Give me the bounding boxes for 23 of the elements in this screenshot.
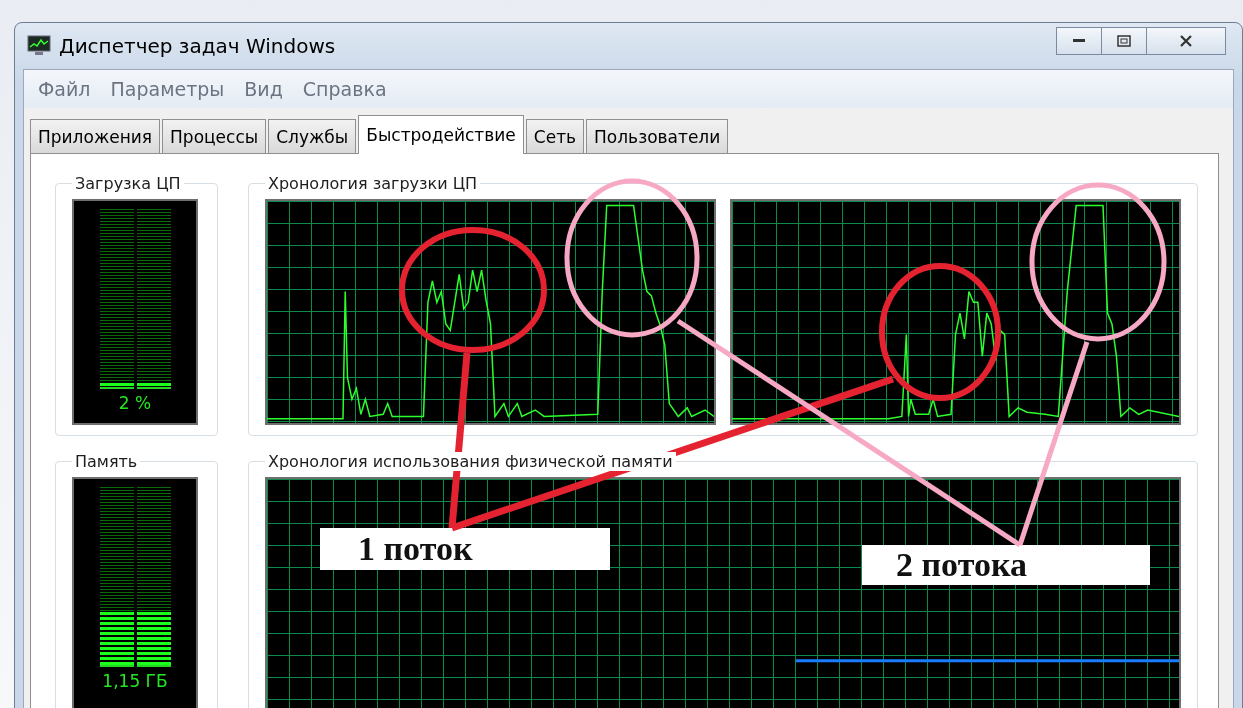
window-title: Диспетчер задач Windows [59, 34, 337, 58]
meter-reading: 1,15 ГБ [102, 671, 168, 691]
minimize-icon [1073, 39, 1085, 43]
maximize-button[interactable] [1101, 27, 1147, 55]
maximize-icon [1117, 35, 1131, 47]
tab[interactable]: Сеть [525, 119, 585, 154]
tab[interactable]: Приложения [30, 119, 161, 154]
group-title: Хронология использования физической памяти [265, 452, 676, 471]
tab[interactable]: Пользователи [586, 119, 729, 154]
minimize-button[interactable] [1056, 27, 1102, 55]
callout-label: 2 потока [862, 545, 1150, 585]
close-icon [1179, 34, 1193, 48]
menu-item[interactable]: Справка [294, 76, 395, 102]
menu-item[interactable]: Вид [236, 76, 291, 102]
tab[interactable]: Процессы [162, 119, 267, 154]
tab[interactable]: Службы [268, 119, 357, 154]
menu-item[interactable]: Параметры [102, 76, 233, 102]
monitor-icon [27, 35, 51, 57]
callout-label: 1 поток [320, 528, 610, 570]
close-button[interactable] [1146, 27, 1226, 55]
menu-item[interactable]: Файл [30, 76, 99, 102]
tab[interactable]: Быстродействие [358, 115, 524, 154]
meter-reading: 2 % [118, 393, 152, 413]
